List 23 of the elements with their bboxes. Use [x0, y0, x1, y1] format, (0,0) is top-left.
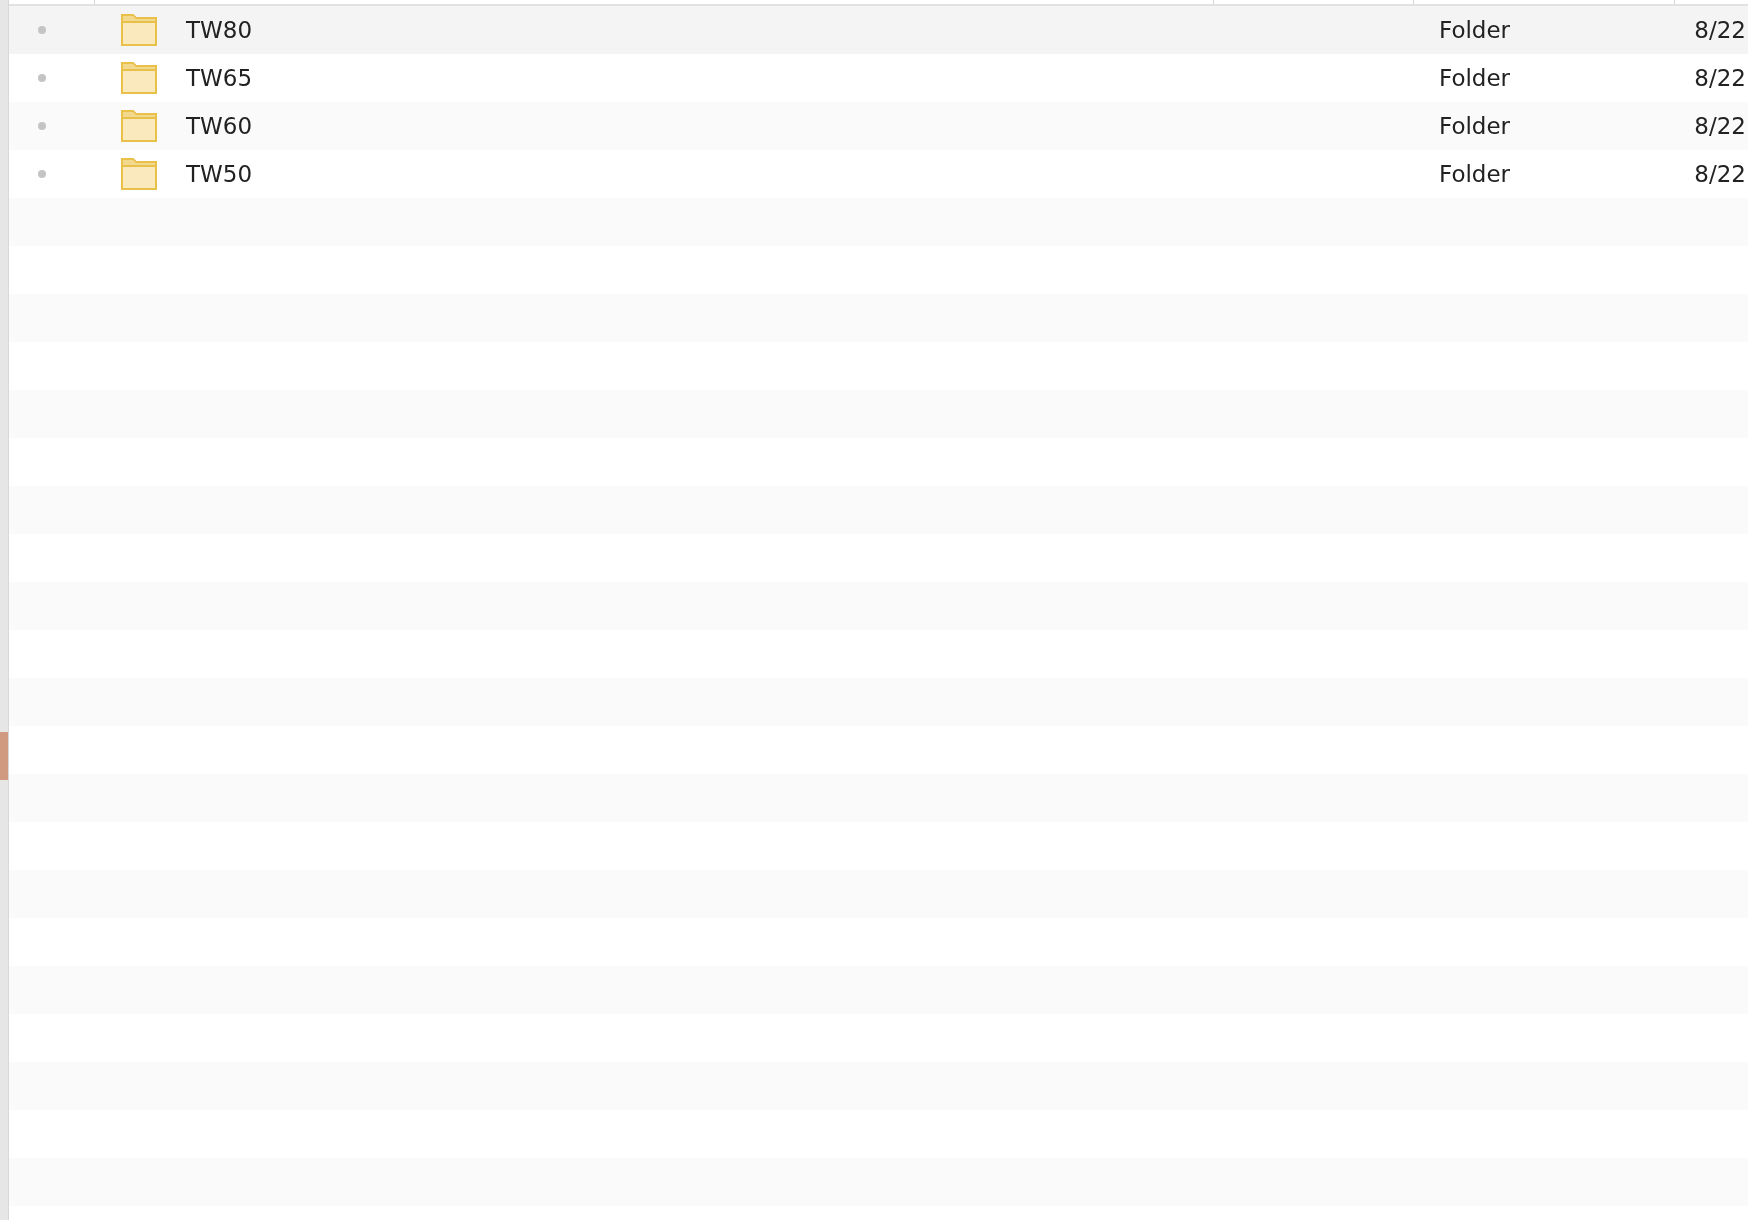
file-name: TW80: [186, 17, 254, 43]
file-type: Folder: [1439, 65, 1512, 91]
file-date: 8/22: [1694, 161, 1747, 187]
file-name: TW50: [186, 161, 254, 187]
file-type: Folder: [1439, 113, 1512, 139]
file-name: TW60: [186, 113, 254, 139]
status-dot-icon: [37, 122, 46, 130]
folder-icon: [121, 110, 157, 142]
status-dot-icon: [37, 74, 46, 82]
file-type: Folder: [1439, 17, 1512, 43]
file-date: 8/22: [1694, 65, 1747, 91]
file-type: Folder: [1439, 161, 1512, 187]
file-row[interactable]: TW80 Folder 8/22: [9, 6, 1748, 54]
side-tab[interactable]: [0, 732, 8, 780]
status-dot-icon: [37, 26, 46, 34]
file-date: 8/22: [1694, 113, 1747, 139]
folder-icon: [121, 158, 157, 190]
file-date: 8/22: [1694, 17, 1747, 43]
file-row[interactable]: TW60 Folder 8/22: [9, 102, 1748, 150]
folder-icon: [121, 62, 157, 94]
file-name: TW65: [186, 65, 254, 91]
folder-icon: [121, 14, 157, 46]
status-dot-icon: [37, 170, 46, 178]
